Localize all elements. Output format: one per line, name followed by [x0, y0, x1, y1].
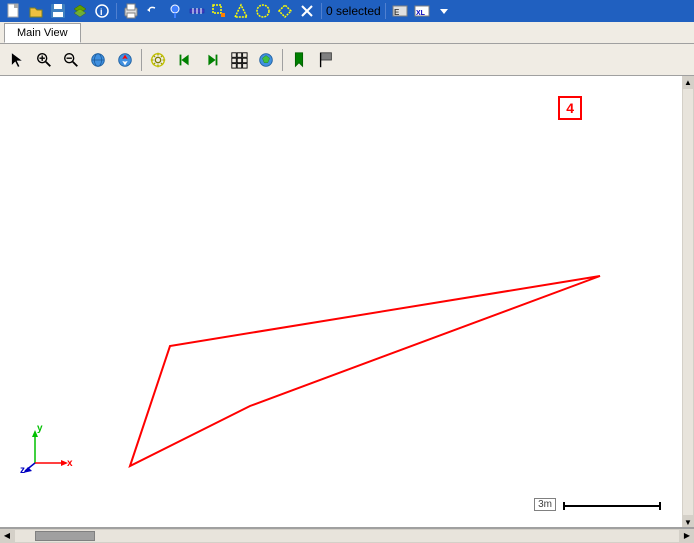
- svg-text:x: x: [67, 458, 73, 469]
- globe-tool[interactable]: [85, 47, 111, 73]
- layer-icon[interactable]: [70, 1, 90, 21]
- tb2-sep1: [141, 49, 142, 71]
- scroll-down-arrow[interactable]: ▼: [682, 516, 694, 528]
- grid-tool[interactable]: [226, 47, 252, 73]
- properties-icon[interactable]: i: [92, 1, 112, 21]
- dropdown-icon[interactable]: [434, 1, 454, 21]
- main-view-tab[interactable]: Main View: [4, 23, 81, 43]
- zoom-in-tool[interactable]: [31, 47, 57, 73]
- select4-icon[interactable]: [275, 1, 295, 21]
- prev-left-tool[interactable]: [172, 47, 198, 73]
- tb2-sep2: [282, 49, 283, 71]
- scroll-right-arrow[interactable]: ▶: [680, 529, 694, 543]
- separator-2: [321, 3, 322, 19]
- hscroll-track[interactable]: [15, 530, 679, 542]
- open-icon[interactable]: [26, 1, 46, 21]
- zoom-out-tool[interactable]: [58, 47, 84, 73]
- separator-3: [385, 3, 386, 19]
- scroll-left-arrow[interactable]: ◀: [0, 529, 14, 543]
- tab-bar: Main View: [0, 22, 694, 44]
- scroll-track-right: [683, 89, 693, 515]
- top-toolbar: i 0 selected E XL: [0, 0, 694, 22]
- scroll-up-arrow[interactable]: ▲: [682, 76, 694, 88]
- svg-text:y: y: [37, 423, 43, 434]
- export2-icon[interactable]: XL: [412, 1, 432, 21]
- pointer-tool[interactable]: [4, 47, 30, 73]
- select2-icon[interactable]: [231, 1, 251, 21]
- save-icon[interactable]: [48, 1, 68, 21]
- scale-label: 3m: [534, 498, 556, 511]
- second-toolbar: [0, 44, 694, 76]
- print-icon[interactable]: [121, 1, 141, 21]
- page-number: 4: [558, 96, 582, 120]
- prev-right-tool[interactable]: [199, 47, 225, 73]
- settings-tool[interactable]: [145, 47, 171, 73]
- canvas-area: 4 y x z 3m: [0, 76, 682, 528]
- select3-icon[interactable]: [253, 1, 273, 21]
- right-scrollbar[interactable]: ▲ ▼: [682, 76, 694, 528]
- scale-bar: 3m: [534, 498, 662, 513]
- svg-text:E: E: [394, 8, 400, 17]
- close-icon[interactable]: [297, 1, 317, 21]
- identify-icon[interactable]: [165, 1, 185, 21]
- selected-text: 0 selected: [326, 4, 381, 18]
- separator-1: [116, 3, 117, 19]
- bookmark-tool[interactable]: [286, 47, 312, 73]
- bottom-scrollbar: ◀ ▶: [0, 528, 694, 542]
- layer-icon-tb2[interactable]: [253, 47, 279, 73]
- axis-indicator: y x z: [20, 423, 80, 473]
- svg-text:XL: XL: [416, 10, 426, 17]
- main-view: 4 y x z 3m: [0, 76, 694, 528]
- hscroll-thumb[interactable]: [35, 531, 95, 541]
- export1-icon[interactable]: E: [390, 1, 410, 21]
- select-icon[interactable]: [209, 1, 229, 21]
- flag-tool[interactable]: [313, 47, 339, 73]
- globe-nav-tool[interactable]: [112, 47, 138, 73]
- measure-icon[interactable]: [187, 1, 207, 21]
- svg-text:i: i: [100, 7, 103, 17]
- new-project-icon[interactable]: [4, 1, 24, 21]
- undo-icon[interactable]: [143, 1, 163, 21]
- svg-text:z: z: [20, 465, 25, 473]
